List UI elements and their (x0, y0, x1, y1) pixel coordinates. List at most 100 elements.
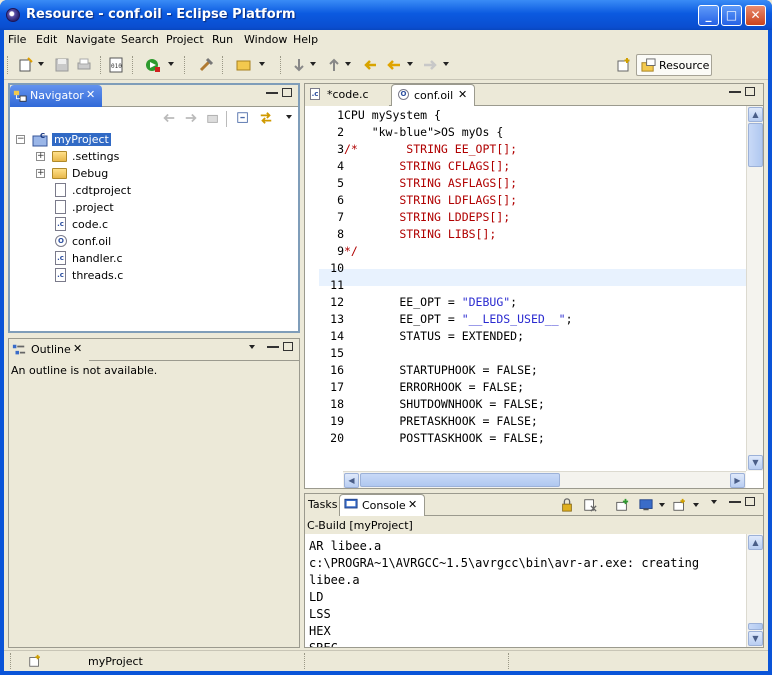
maximize-editor-icon[interactable] (745, 87, 755, 96)
editor-vertical-scrollbar[interactable]: ▲ ▼ (746, 106, 763, 471)
console-vertical-scrollbar[interactable]: ▲ ▼ (746, 534, 763, 647)
expand-icon[interactable]: + (36, 169, 45, 178)
clear-console-icon[interactable] (583, 498, 597, 512)
view-menu-icon[interactable] (249, 345, 255, 349)
new-dropdown-icon[interactable] (38, 62, 44, 66)
tab-console[interactable]: Console ✕ (339, 494, 425, 516)
menu-search[interactable]: Search (121, 33, 159, 46)
toolbar-grip[interactable] (184, 56, 187, 74)
binary-icon[interactable]: 010 (108, 57, 124, 73)
minimize-editor-icon[interactable] (729, 87, 741, 93)
editor-horizontal-scrollbar[interactable]: ◀ ▶ (343, 471, 746, 488)
toolbar-grip[interactable] (222, 56, 225, 74)
tree-item-myproject[interactable]: − C myProject (10, 131, 300, 148)
tab-tasks[interactable]: Tasks (305, 494, 339, 516)
scroll-track[interactable] (748, 551, 763, 623)
code-line[interactable]: 2 "kw-blue">OS myOs { (319, 124, 746, 141)
open-type-icon[interactable] (236, 57, 252, 73)
run-icon[interactable] (145, 57, 161, 73)
toolbar-grip[interactable] (132, 56, 135, 74)
tree-item-cdtproject[interactable]: .cdtproject (10, 182, 300, 199)
code-line[interactable]: 16 STARTUPHOOK = FALSE; (319, 362, 746, 379)
tree-item-project[interactable]: .project (10, 199, 300, 216)
link-with-editor-icon[interactable] (258, 111, 274, 125)
tree-item-code-c[interactable]: .c code.c (10, 216, 300, 233)
code-line[interactable]: 19 PRETASKHOOK = FALSE; (319, 413, 746, 430)
tab-code-c[interactable]: .c *code.c (305, 84, 389, 106)
run-dropdown-icon[interactable] (168, 62, 174, 66)
minimize-view-icon[interactable] (266, 88, 278, 94)
toolbar-grip[interactable] (7, 56, 10, 74)
tree-item-conf-oil[interactable]: O conf.oil (10, 233, 300, 250)
up-icon[interactable] (206, 111, 220, 125)
tree-item-threads-c[interactable]: .c threads.c (10, 267, 300, 284)
code-line[interactable]: 7 STRING LDDEPS[]; (319, 209, 746, 226)
minimize-button[interactable]: _ (698, 5, 719, 26)
code-line[interactable]: 14 STATUS = EXTENDED; (319, 328, 746, 345)
open-dropdown-icon[interactable] (259, 62, 265, 66)
code-line[interactable]: 11 (319, 277, 746, 294)
build-icon[interactable] (198, 57, 214, 73)
minimize-view-icon[interactable] (267, 342, 279, 348)
forward-icon[interactable] (184, 111, 198, 125)
save-icon[interactable] (54, 57, 70, 73)
scroll-thumb[interactable] (748, 123, 763, 167)
minimize-view-icon[interactable] (729, 497, 741, 503)
code-line[interactable]: 10 (319, 260, 746, 277)
next-annotation-icon[interactable] (291, 57, 307, 73)
scroll-down-icon[interactable]: ▼ (748, 455, 763, 470)
tree-item-settings[interactable]: + .settings (10, 148, 300, 165)
code-line[interactable]: 5 STRING ASFLAGS[]; (319, 175, 746, 192)
forward-icon[interactable] (422, 57, 438, 73)
maximize-view-icon[interactable] (283, 342, 293, 351)
close-icon[interactable]: ✕ (408, 498, 417, 511)
tab-navigator[interactable]: Navigator ✕ (10, 85, 102, 107)
prev-annotation-dropdown-icon[interactable] (345, 62, 351, 66)
forward-dropdown-icon[interactable] (443, 62, 449, 66)
view-menu-icon[interactable] (286, 115, 292, 119)
expand-icon[interactable]: + (36, 152, 45, 161)
code-line[interactable]: 15 (319, 345, 746, 362)
menu-window[interactable]: Window (244, 33, 287, 46)
code-line[interactable]: 12 EE_OPT = "DEBUG"; (319, 294, 746, 311)
scroll-down-icon[interactable]: ▼ (748, 631, 763, 646)
code-line[interactable]: 9*/ (319, 243, 746, 260)
code-line[interactable]: 17 ERRORHOOK = FALSE; (319, 379, 746, 396)
open-perspective-icon[interactable] (616, 57, 632, 73)
code-line[interactable]: 4 STRING CFLAGS[]; (319, 158, 746, 175)
code-line[interactable]: 18 SHUTDOWNHOOK = FALSE; (319, 396, 746, 413)
menu-run[interactable]: Run (212, 33, 233, 46)
open-console-dropdown-icon[interactable] (693, 503, 699, 507)
maximize-view-icon[interactable] (282, 88, 292, 97)
print-icon[interactable] (76, 57, 92, 73)
code-line[interactable]: 6 STRING LDFLAGS[]; (319, 192, 746, 209)
scroll-up-icon[interactable]: ▲ (748, 107, 763, 122)
display-console-icon[interactable] (639, 498, 653, 512)
close-icon[interactable]: ✕ (73, 342, 82, 355)
back-dropdown-icon[interactable] (407, 62, 413, 66)
title-bar[interactable]: Resource - conf.oil - Eclipse Platform _… (0, 0, 772, 30)
code-line[interactable]: 1CPU mySystem { (319, 107, 746, 124)
tab-conf-oil[interactable]: O conf.oil ✕ (391, 84, 475, 106)
menu-project[interactable]: Project (166, 33, 204, 46)
back-icon[interactable] (162, 111, 176, 125)
tree-item-debug[interactable]: + Debug (10, 165, 300, 182)
close-icon[interactable]: ✕ (86, 88, 95, 101)
open-console-icon[interactable] (673, 498, 687, 512)
menu-edit[interactable]: Edit (36, 33, 57, 46)
pin-console-icon[interactable] (615, 498, 629, 512)
maximize-button[interactable]: □ (721, 5, 742, 26)
prev-annotation-icon[interactable] (326, 57, 342, 73)
console-output[interactable]: AR libee.a c:\PROGRA~1\AVRGCC~1.5\avrgcc\… (305, 534, 763, 647)
display-console-dropdown-icon[interactable] (659, 503, 665, 507)
menu-file[interactable]: File (8, 33, 26, 46)
next-annotation-dropdown-icon[interactable] (310, 62, 316, 66)
toolbar-grip[interactable] (100, 56, 103, 74)
toolbar-grip[interactable] (280, 56, 283, 74)
collapse-icon[interactable]: − (16, 135, 25, 144)
menu-navigate[interactable]: Navigate (66, 33, 115, 46)
code-editor[interactable]: 1CPU mySystem {2 "kw-blue">OS myOs {3/* … (305, 106, 763, 488)
close-window-button[interactable]: ✕ (745, 5, 766, 26)
new-wizard-icon[interactable] (18, 57, 34, 73)
last-edit-location-icon[interactable] (362, 57, 378, 73)
